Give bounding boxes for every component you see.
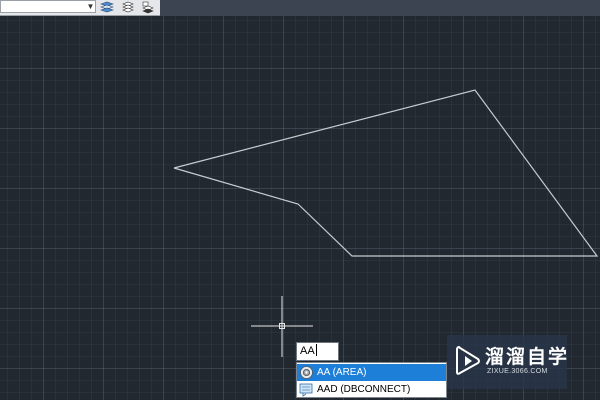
watermark-title: 溜溜自学 — [485, 347, 570, 368]
autocomplete-item-dbconnect[interactable]: AAD (DBCONNECT) — [297, 381, 446, 398]
play-logo-icon — [456, 345, 480, 375]
area-gear-icon — [300, 366, 313, 379]
command-input-value: AA — [300, 345, 315, 357]
autocomplete-item-label: AA (AREA) — [317, 367, 367, 378]
autocomplete-item-area[interactable]: AA (AREA) — [297, 364, 446, 381]
command-input[interactable]: AA — [296, 342, 339, 361]
watermark-logo: 溜溜自学 ZIXUE.3066.COM — [447, 335, 567, 389]
command-autocomplete-list: AA (AREA) AAD (DBCONNECT) — [296, 362, 447, 398]
watermark-subtitle: ZIXUE.3066.COM — [487, 368, 548, 375]
autocomplete-item-label: AAD (DBCONNECT) — [317, 384, 411, 395]
text-caret — [315, 344, 317, 356]
polyline-shape — [173, 89, 599, 257]
dbconnect-icon — [299, 383, 313, 397]
